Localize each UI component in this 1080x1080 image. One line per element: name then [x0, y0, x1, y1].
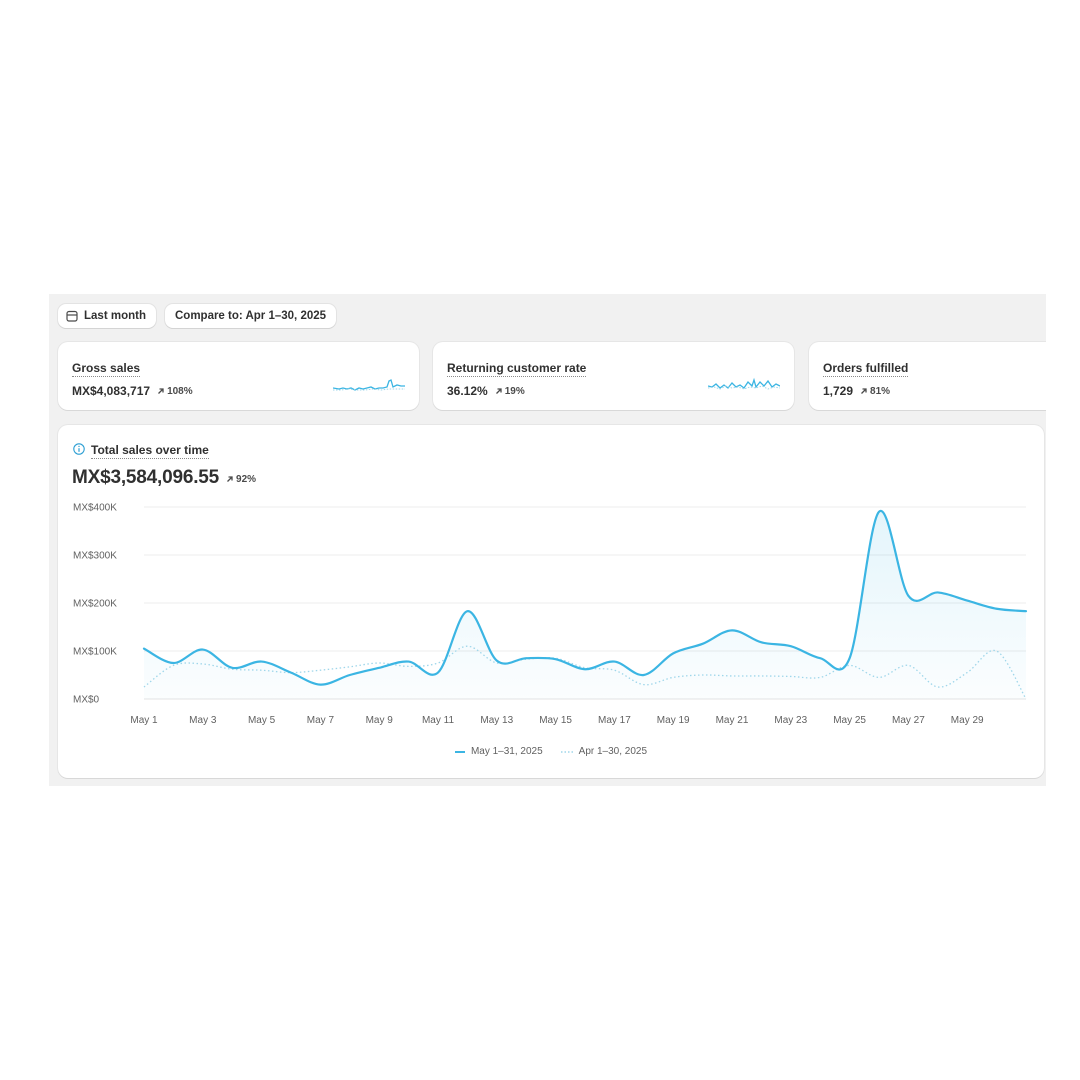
metric-change-value: 81%	[870, 385, 891, 397]
x-tick-label: May 5	[248, 715, 276, 726]
chart-legend: May 1–31, 2025 Apr 1–30, 2025	[58, 746, 1044, 757]
x-tick-label: May 25	[833, 715, 866, 726]
arrow-up-right-icon	[227, 476, 233, 482]
metric-value: MX$4,083,717	[72, 384, 151, 398]
arrow-up-right-icon	[158, 388, 164, 394]
date-range-button[interactable]: Last month	[58, 304, 156, 328]
total-sales-change-value: 92%	[236, 473, 257, 485]
metric-change: 81%	[860, 386, 890, 397]
metric-title: Gross sales	[72, 361, 141, 377]
y-tick-label: MX$200K	[73, 599, 117, 610]
x-tick-label: May 3	[189, 715, 217, 726]
x-tick-label: May 23	[774, 715, 807, 726]
legend-item-compare[interactable]: Apr 1–30, 2025	[560, 746, 648, 757]
x-tick-label: May 27	[892, 715, 925, 726]
date-range-label: Last month	[84, 310, 146, 322]
metric-cards: Gross sales MX$4,083,717 108% Returning …	[58, 342, 1046, 410]
legend-solid-swatch	[454, 750, 465, 753]
x-tick-label: May 17	[598, 715, 631, 726]
metric-card-gross-sales[interactable]: Gross sales MX$4,083,717 108%	[58, 342, 419, 410]
metric-change-value: 108%	[167, 385, 193, 397]
metric-change-value: 19%	[504, 385, 525, 397]
calendar-icon	[66, 310, 78, 322]
metric-value: 36.12%	[447, 384, 488, 398]
total-sales-value: MX$3,584,096.55	[72, 467, 220, 488]
metric-card-returning-customer-rate[interactable]: Returning customer rate 36.12% 19%	[433, 342, 794, 410]
metric-value: 1,729	[823, 384, 854, 398]
analytics-panel: Last month Compare to: Apr 1–30, 2025 Gr…	[49, 294, 1046, 786]
chart-total: MX$3,584,096.55 92%	[72, 467, 256, 489]
metric-change: 19%	[495, 386, 525, 397]
compare-button[interactable]: Compare to: Apr 1–30, 2025	[164, 304, 337, 328]
x-tick-label: May 19	[657, 715, 690, 726]
x-tick-label: May 7	[307, 715, 335, 726]
y-tick-label: MX$300K	[73, 551, 117, 562]
metric-title: Returning customer rate	[447, 361, 587, 377]
info-icon[interactable]	[73, 442, 85, 460]
legend-item-current[interactable]: May 1–31, 2025	[454, 746, 543, 757]
y-tick-label: MX$100K	[73, 647, 117, 658]
legend-label: Apr 1–30, 2025	[578, 746, 648, 757]
sparkline-gross-sales	[333, 379, 405, 391]
x-tick-label: May 11	[422, 715, 454, 726]
x-tick-label: May 9	[366, 715, 394, 726]
metric-title: Orders fulfilled	[823, 361, 909, 377]
total-sales-change: 92%	[226, 474, 256, 485]
y-tick-label: MX$0	[73, 695, 100, 706]
x-tick-label: May 21	[716, 715, 749, 726]
sparkline-returning-customer-rate	[708, 377, 780, 390]
filter-bar: Last month Compare to: Apr 1–30, 2025	[58, 304, 337, 328]
x-tick-label: May 29	[951, 715, 984, 726]
legend-label: May 1–31, 2025	[470, 746, 543, 757]
arrow-up-right-icon	[861, 388, 867, 394]
chart-header: Total sales over time	[73, 442, 209, 460]
x-tick-label: May 13	[480, 715, 513, 726]
y-tick-label: MX$400K	[73, 503, 117, 514]
legend-dotted-swatch	[560, 750, 573, 753]
x-tick-label: May 15	[539, 715, 572, 726]
metric-card-orders-fulfilled[interactable]: Orders fulfilled 1,729 81%	[809, 342, 1046, 410]
series-area-current	[144, 510, 1026, 699]
metric-change: 108%	[157, 386, 193, 397]
x-tick-label: May 1	[130, 715, 158, 726]
chart-title[interactable]: Total sales over time	[91, 443, 209, 459]
compare-label: Compare to: Apr 1–30, 2025	[174, 310, 327, 322]
total-sales-card: MX$400K MX$300K MX$200K MX$100K MX$0 May 1 Ma…	[58, 425, 1044, 778]
arrow-up-right-icon	[495, 388, 502, 394]
